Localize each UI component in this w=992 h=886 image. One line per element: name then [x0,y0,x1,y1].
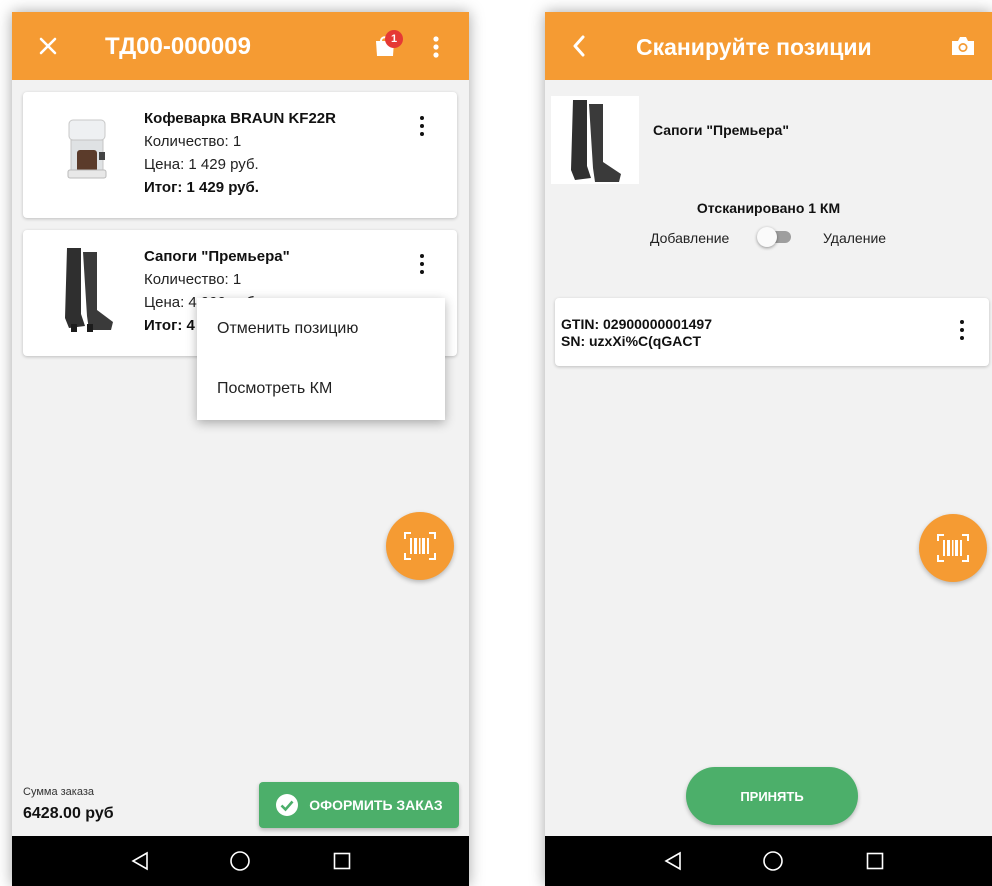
add-remove-toggle[interactable] [757,227,793,247]
item-name: Кофеварка BRAUN KF22R [144,110,336,127]
item-menu-icon[interactable] [418,254,426,280]
scan-title: Сканируйте позиции [636,34,872,60]
app-bar: ТД00-000009 1 [12,12,469,80]
order-sum-label: Сумма заказа [23,786,94,798]
view-km-menu-option[interactable]: Посмотреть КМ [217,380,332,398]
coffee-maker-image [63,116,113,190]
check-circle-icon [276,794,299,816]
gtin-text: GTIN: 02900000001497 [561,316,712,332]
barcode-scan-icon [404,532,436,560]
item-quantity: Количество: 1 [144,133,242,150]
system-nav-bar [545,836,992,886]
product-name: Сапоги "Премьера" [653,122,789,138]
back-arrow-icon[interactable] [567,34,591,58]
nav-home-icon[interactable] [761,849,785,873]
item-price: Цена: 1 429 руб. [144,156,259,173]
cancel-item-menu-option[interactable]: Отменить позицию [217,320,358,338]
nav-recents-icon[interactable] [863,849,887,873]
sn-text: SN: uzxXi%C(qGACT [561,333,701,349]
nav-back-icon[interactable] [661,849,685,873]
nav-home-icon[interactable] [228,849,252,873]
camera-icon[interactable] [949,34,977,58]
order-title: ТД00-000009 [105,33,251,60]
order-screen: ТД00-000009 1 Кофеварка BRAUN KF22R Коли… [12,12,469,886]
scan-barcode-button[interactable] [386,512,454,580]
boots-image [57,246,117,334]
product-image [551,96,639,184]
order-sum-value: 6428.00 руб [23,805,114,822]
close-icon[interactable] [36,34,60,58]
item-total: Итог: 1 429 руб. [144,179,259,196]
checkout-button[interactable]: ОФОРМИТЬ ЗАКАЗ [259,782,459,828]
mode-add-label: Добавление [650,230,730,246]
scan-barcode-button[interactable] [919,514,987,582]
system-nav-bar [12,836,469,886]
code-menu-icon[interactable] [958,320,966,346]
nav-recents-icon[interactable] [330,849,354,873]
accept-button[interactable]: ПРИНЯТЬ [686,767,858,825]
mode-remove-label: Удаление [823,230,887,246]
scan-screen: Сканируйте позиции Сапоги "Премьера" Отс… [545,12,992,886]
app-bar: Сканируйте позиции [545,12,992,80]
item-menu-icon[interactable] [418,116,426,142]
more-vert-icon[interactable] [426,34,446,60]
barcode-scan-icon [937,534,969,562]
cart-badge: 1 [385,30,403,48]
cart-icon[interactable]: 1 [370,30,404,62]
nav-back-icon[interactable] [128,849,152,873]
accept-label: ПРИНЯТЬ [740,788,804,804]
order-item-card[interactable]: Кофеварка BRAUN KF22R Количество: 1 Цена… [23,92,457,218]
item-context-menu: Отменить позицию Посмотреть КМ [197,298,445,420]
item-name: Сапоги "Премьера" [144,248,290,265]
scanned-count: Отсканировано 1 КМ [696,200,841,216]
scanned-code-card[interactable]: GTIN: 02900000001497 SN: uzxXi%C(qGACT [555,298,989,366]
item-quantity: Количество: 1 [144,271,242,288]
checkout-label: ОФОРМИТЬ ЗАКАЗ [309,797,443,813]
